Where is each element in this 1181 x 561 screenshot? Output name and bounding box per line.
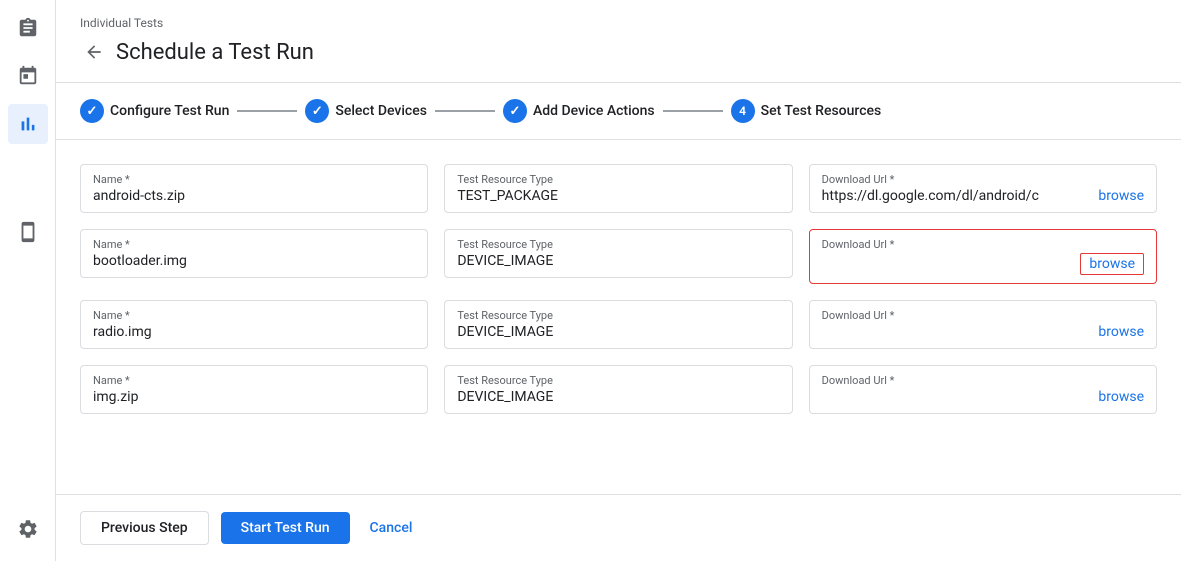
- resource-row-1: Name * bootloader.img Test Resource Type…: [80, 229, 1157, 284]
- type-field-3[interactable]: Test Resource Type DEVICE_IMAGE: [444, 365, 792, 414]
- type-value-1: DEVICE_IMAGE: [457, 253, 779, 269]
- name-field-2[interactable]: Name * radio.img: [80, 300, 428, 349]
- url-label-1: Download Url *: [822, 238, 1144, 251]
- name-field-0[interactable]: Name * android-cts.zip: [80, 164, 428, 213]
- browse-link-0[interactable]: browse: [1098, 188, 1144, 204]
- stepper: Configure Test Run Select Devices Add De…: [56, 83, 1181, 140]
- url-field-3[interactable]: Download Url * browse: [809, 365, 1157, 414]
- type-label-2: Test Resource Type: [457, 309, 779, 322]
- name-label-0: Name *: [93, 173, 415, 186]
- name-value-0: android-cts.zip: [93, 188, 415, 204]
- resource-row-3: Name * img.zip Test Resource Type DEVICE…: [80, 365, 1157, 414]
- name-value-3: img.zip: [93, 389, 415, 405]
- back-button[interactable]: [80, 38, 108, 66]
- url-label-0: Download Url *: [822, 173, 1144, 186]
- url-field-1[interactable]: Download Url * browse: [809, 229, 1157, 284]
- name-value-1: bootloader.img: [93, 253, 415, 269]
- type-label-1: Test Resource Type: [457, 238, 779, 251]
- step-1-circle: [80, 99, 104, 123]
- gear-icon[interactable]: [8, 509, 48, 549]
- name-field-1[interactable]: Name * bootloader.img: [80, 229, 428, 278]
- page-title: Schedule a Test Run: [116, 40, 314, 65]
- step-3-circle: [503, 99, 527, 123]
- name-field-3[interactable]: Name * img.zip: [80, 365, 428, 414]
- sidebar: [0, 0, 56, 561]
- clipboard-icon[interactable]: [8, 8, 48, 48]
- url-value-0: https://dl.google.com/dl/android/c: [822, 188, 1039, 204]
- url-field-0[interactable]: Download Url * https://dl.google.com/dl/…: [809, 164, 1157, 213]
- phone-icon[interactable]: [8, 212, 48, 252]
- step-select-devices: Select Devices: [305, 99, 427, 123]
- type-field-2[interactable]: Test Resource Type DEVICE_IMAGE: [444, 300, 792, 349]
- calendar-icon[interactable]: [8, 56, 48, 96]
- chart-icon[interactable]: [8, 104, 48, 144]
- step-2-circle: [305, 99, 329, 123]
- step-add-actions: Add Device Actions: [503, 99, 655, 123]
- step-4-circle: 4: [731, 99, 755, 123]
- url-field-2[interactable]: Download Url * browse: [809, 300, 1157, 349]
- url-label-2: Download Url *: [822, 309, 1144, 322]
- step-configure: Configure Test Run: [80, 99, 229, 123]
- url-label-3: Download Url *: [822, 374, 1144, 387]
- header: Individual Tests Schedule a Test Run: [56, 0, 1181, 83]
- type-label-0: Test Resource Type: [457, 173, 779, 186]
- type-field-0[interactable]: Test Resource Type TEST_PACKAGE: [444, 164, 792, 213]
- browse-link-2[interactable]: browse: [1098, 324, 1144, 340]
- name-label-2: Name *: [93, 309, 415, 322]
- breadcrumb: Individual Tests: [80, 16, 1157, 30]
- type-field-1[interactable]: Test Resource Type DEVICE_IMAGE: [444, 229, 792, 278]
- type-label-3: Test Resource Type: [457, 374, 779, 387]
- type-value-2: DEVICE_IMAGE: [457, 324, 779, 340]
- step-4-label: Set Test Resources: [761, 103, 882, 119]
- name-label-1: Name *: [93, 238, 415, 251]
- step-connector-2: [435, 110, 495, 112]
- action-bar: Previous Step Start Test Run Cancel: [56, 494, 1181, 561]
- cancel-button[interactable]: Cancel: [362, 512, 421, 544]
- type-value-3: DEVICE_IMAGE: [457, 389, 779, 405]
- resources-content: Name * android-cts.zip Test Resource Typ…: [56, 140, 1181, 494]
- browse-link-3[interactable]: browse: [1098, 389, 1144, 405]
- step-connector-1: [237, 110, 297, 112]
- resource-row-0: Name * android-cts.zip Test Resource Typ…: [80, 164, 1157, 213]
- step-3-label: Add Device Actions: [533, 103, 655, 119]
- step-2-label: Select Devices: [335, 103, 427, 119]
- type-value-0: TEST_PACKAGE: [457, 188, 779, 204]
- start-test-run-button[interactable]: Start Test Run: [221, 512, 350, 544]
- step-connector-3: [663, 110, 723, 112]
- step-set-resources: 4 Set Test Resources: [731, 99, 882, 123]
- previous-step-button[interactable]: Previous Step: [80, 511, 209, 545]
- step-1-label: Configure Test Run: [110, 103, 229, 119]
- resource-row-2: Name * radio.img Test Resource Type DEVI…: [80, 300, 1157, 349]
- name-label-3: Name *: [93, 374, 415, 387]
- browse-link-1[interactable]: browse: [1080, 253, 1144, 275]
- main-content: Individual Tests Schedule a Test Run Con…: [56, 0, 1181, 561]
- name-value-2: radio.img: [93, 324, 415, 340]
